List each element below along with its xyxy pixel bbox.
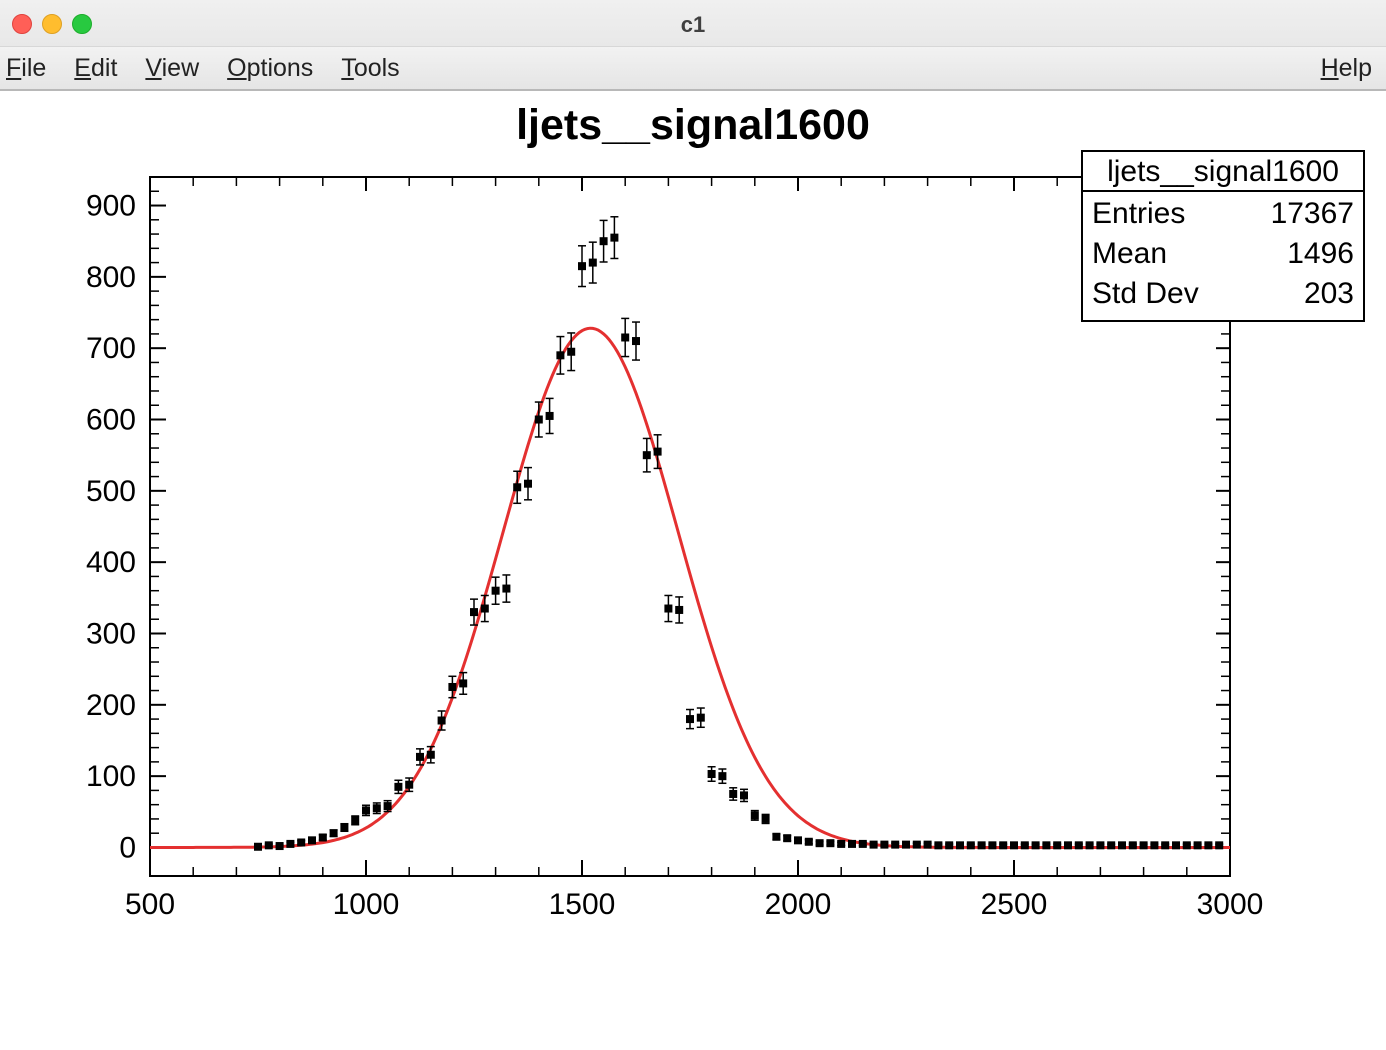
x-tick-label: 2000	[765, 888, 832, 921]
canvas-area[interactable]: ljets__signal160050010001500200025003000…	[0, 91, 1386, 1049]
data-points	[254, 217, 1223, 851]
x-tick-label: 1000	[333, 888, 400, 921]
x-tick-label: 1500	[549, 888, 616, 921]
stats-value: 17367	[1271, 197, 1354, 230]
window-titlebar: c1	[0, 0, 1386, 47]
stats-label: Std Dev	[1092, 277, 1199, 310]
stats-label: Mean	[1092, 237, 1167, 270]
fit-curve	[150, 328, 1230, 847]
y-tick-label: 400	[86, 546, 136, 579]
window-title: c1	[0, 12, 1386, 38]
y-tick-label: 700	[86, 332, 136, 365]
y-tick-label: 200	[86, 689, 136, 722]
x-tick-label: 2500	[981, 888, 1048, 921]
y-tick-label: 800	[86, 261, 136, 294]
menu-edit[interactable]: Edit	[74, 54, 117, 83]
y-tick-label: 500	[86, 475, 136, 508]
menu-options[interactable]: Options	[227, 54, 313, 83]
y-tick-label: 0	[119, 831, 136, 864]
menubar: File Edit View Options Tools Help	[0, 47, 1386, 91]
y-tick-label: 100	[86, 760, 136, 793]
stats-name: ljets__signal1600	[1107, 155, 1339, 188]
menu-tools[interactable]: Tools	[341, 54, 399, 83]
plot-frame	[150, 177, 1230, 876]
plot-svg: ljets__signal160050010001500200025003000…	[0, 91, 1386, 1049]
x-tick-label: 500	[125, 888, 175, 921]
menu-view[interactable]: View	[145, 54, 199, 83]
stats-label: Entries	[1092, 197, 1185, 230]
stats-value: 203	[1304, 277, 1354, 310]
y-tick-label: 600	[86, 404, 136, 437]
chart-title: ljets__signal1600	[516, 101, 870, 149]
y-tick-label: 300	[86, 617, 136, 650]
menu-help[interactable]: Help	[1321, 54, 1372, 83]
menu-file[interactable]: File	[6, 54, 46, 83]
y-tick-label: 900	[86, 190, 136, 223]
x-tick-label: 3000	[1197, 888, 1264, 921]
stats-value: 1496	[1287, 237, 1354, 270]
